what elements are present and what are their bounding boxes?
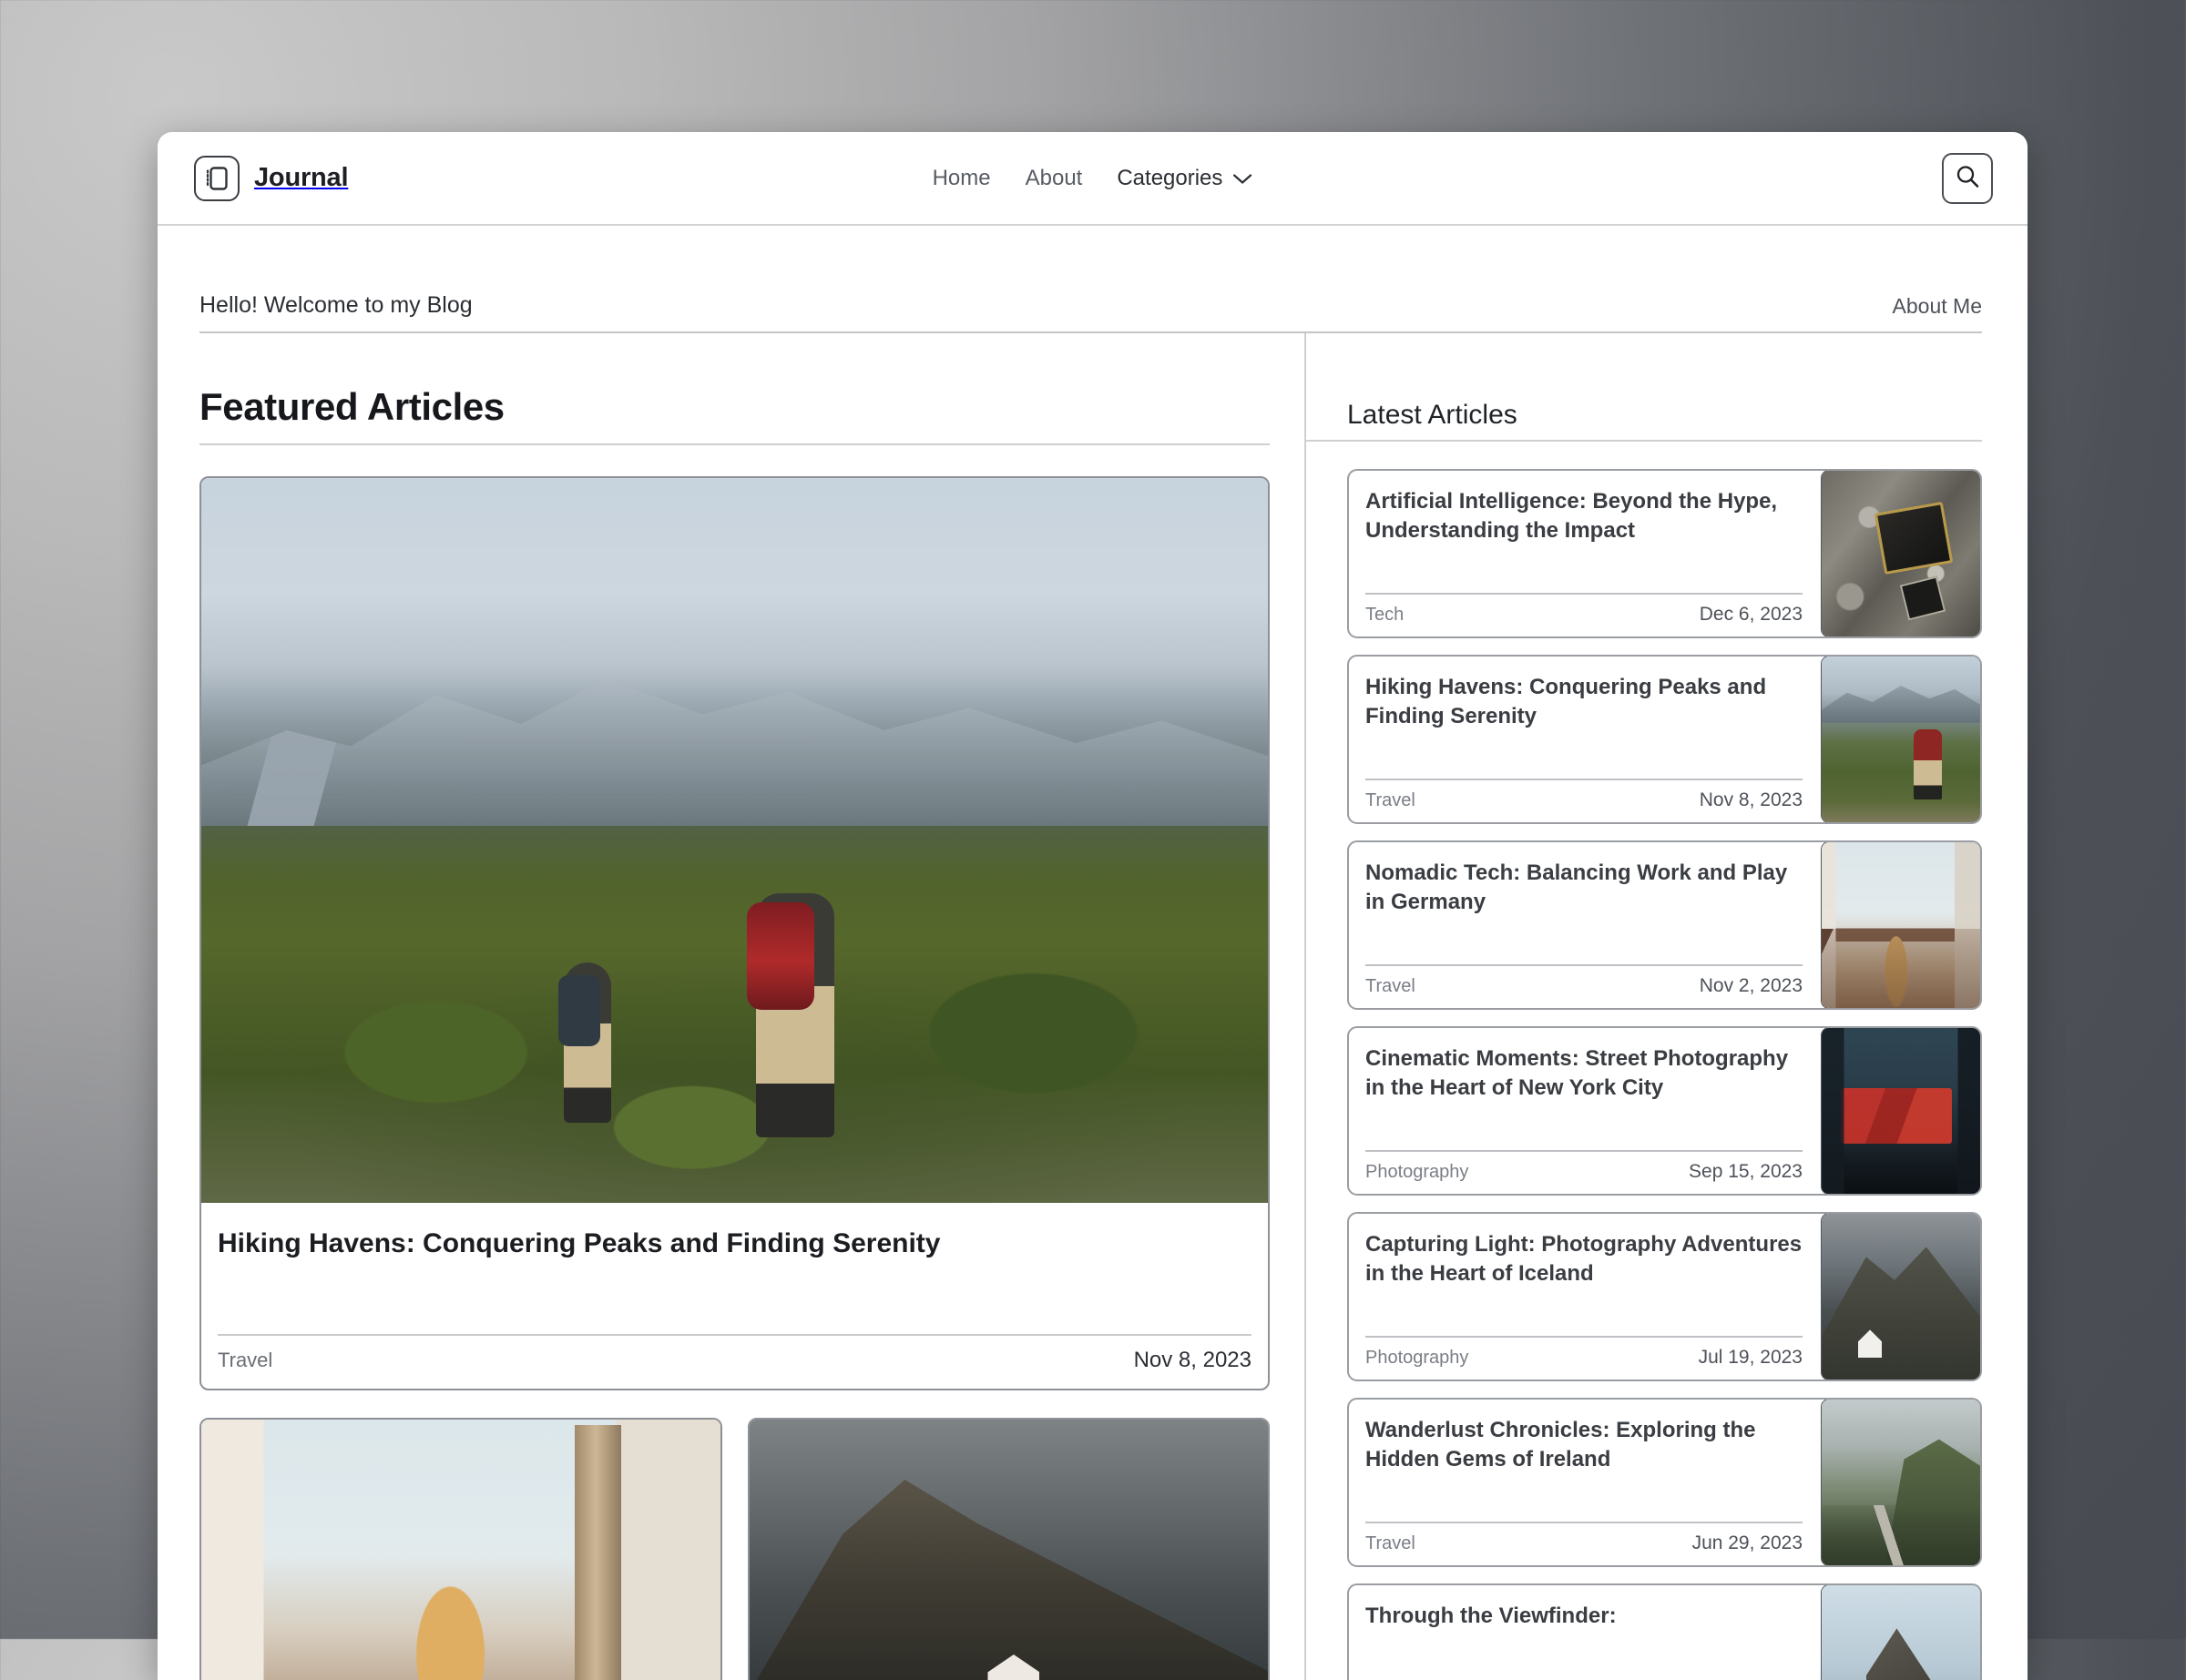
- list-item[interactable]: Capturing Light: Photography Adventures …: [1347, 1212, 1982, 1381]
- ai-chip-photo: [1821, 471, 1980, 636]
- list-item-date: Dec 6, 2023: [1699, 604, 1803, 625]
- list-item-title: Through the Viewfinder:: [1365, 1604, 1617, 1628]
- featured-card-german-town[interactable]: [199, 1418, 722, 1680]
- nav-item-home[interactable]: Home: [933, 166, 991, 191]
- list-item-date: Jul 19, 2023: [1698, 1347, 1803, 1368]
- journal-book-icon: [194, 155, 240, 201]
- search-icon: [1954, 163, 1981, 193]
- content-area: Featured Articles Hiking Havens: Conquer…: [199, 333, 1982, 1680]
- list-item-title: Hiking Havens: Conquering Peaks and Find…: [1365, 675, 1767, 728]
- nav-item-categories[interactable]: Categories: [1117, 166, 1252, 191]
- list-item-title: Capturing Light: Photography Adventures …: [1365, 1232, 1803, 1286]
- list-item-date: Nov 8, 2023: [1699, 789, 1803, 810]
- featured-articles-section: Featured Articles Hiking Havens: Conquer…: [199, 333, 1270, 1680]
- list-item-title: Artificial Intelligence: Beyond the Hype…: [1365, 489, 1778, 543]
- greeting-bar: Hello! Welcome to my Blog About Me: [199, 292, 1982, 333]
- list-item-category: Travel: [1365, 789, 1415, 810]
- chevron-down-icon: [1232, 166, 1252, 191]
- main-navigation: Home About Categories: [933, 166, 1253, 191]
- featured-card-volcano[interactable]: [747, 1418, 1270, 1680]
- german-town-photo: [1821, 842, 1980, 1008]
- viewfinder-landscape-photo: [1821, 1585, 1980, 1680]
- iceland-church-mountain-photo: [1821, 1214, 1980, 1380]
- list-item[interactable]: Artificial Intelligence: Beyond the Hype…: [1347, 469, 1982, 638]
- site-header: Journal Home About Categories: [158, 132, 2028, 226]
- greeting-text: Hello! Welcome to my Blog: [199, 292, 473, 318]
- list-item-meta: Travel Nov 2, 2023: [1365, 964, 1803, 1008]
- brand-logo-link[interactable]: Journal: [194, 155, 349, 201]
- featured-articles-title: Featured Articles: [199, 333, 1270, 445]
- list-item-category: Tech: [1365, 604, 1405, 625]
- list-item[interactable]: Hiking Havens: Conquering Peaks and Find…: [1347, 655, 1982, 824]
- list-item-title: Wanderlust Chronicles: Exploring the Hid…: [1365, 1418, 1756, 1471]
- list-item-meta: Photography Sep 15, 2023: [1365, 1150, 1803, 1194]
- hiking-trail-photo: [1821, 657, 1980, 822]
- ireland-cliffs-photo: [1821, 1400, 1980, 1565]
- german-town-street-photo: [201, 1420, 720, 1680]
- list-item[interactable]: Through the Viewfinder:: [1347, 1583, 1982, 1680]
- list-item[interactable]: Nomadic Tech: Balancing Work and Play in…: [1347, 840, 1982, 1010]
- list-item-date: Sep 15, 2023: [1689, 1161, 1803, 1182]
- list-item-meta: Photography Jul 19, 2023: [1365, 1336, 1803, 1380]
- nav-item-categories-label: Categories: [1117, 165, 1223, 190]
- dark-volcano-mountain-photo: [749, 1420, 1268, 1680]
- latest-articles-list: Artificial Intelligence: Beyond the Hype…: [1347, 469, 1982, 1680]
- featured-hero-meta: Travel Nov 8, 2023: [218, 1334, 1251, 1389]
- hiking-mountain-trail-photo: [201, 478, 1268, 1203]
- featured-hero-title: Hiking Havens: Conquering Peaks and Find…: [218, 1228, 941, 1258]
- list-item-meta: Travel Nov 8, 2023: [1365, 779, 1803, 822]
- list-item-category: Travel: [1365, 975, 1415, 996]
- list-item-category: Travel: [1365, 1532, 1415, 1553]
- featured-hero-category: Travel: [218, 1349, 273, 1371]
- featured-secondary-row: [199, 1418, 1270, 1680]
- about-me-link[interactable]: About Me: [1893, 294, 1982, 319]
- list-item-category: Photography: [1365, 1161, 1469, 1182]
- latest-articles-section: Latest Articles Artificial Intelligence:…: [1304, 333, 1982, 1680]
- featured-hero-card[interactable]: Hiking Havens: Conquering Peaks and Find…: [199, 476, 1270, 1390]
- list-item-category: Photography: [1365, 1347, 1469, 1368]
- brand-name: Journal: [254, 163, 349, 192]
- list-item-title: Cinematic Moments: Street Photography in…: [1365, 1046, 1789, 1100]
- search-button[interactable]: [1942, 152, 1993, 204]
- list-item[interactable]: Cinematic Moments: Street Photography in…: [1347, 1026, 1982, 1196]
- list-item-meta: Tech Dec 6, 2023: [1365, 593, 1803, 636]
- list-item-meta: Travel Jun 29, 2023: [1365, 1522, 1803, 1565]
- nav-item-about[interactable]: About: [1026, 166, 1083, 191]
- list-item-title: Nomadic Tech: Balancing Work and Play in…: [1365, 860, 1788, 914]
- new-york-neon-sign-photo: [1821, 1028, 1980, 1194]
- latest-articles-title: Latest Articles: [1306, 333, 1982, 442]
- list-item[interactable]: Wanderlust Chronicles: Exploring the Hid…: [1347, 1398, 1982, 1567]
- list-item-date: Jun 29, 2023: [1691, 1532, 1803, 1553]
- featured-hero-date: Nov 8, 2023: [1133, 1348, 1251, 1372]
- browser-window: Journal Home About Categories Hello! Wel…: [158, 132, 2028, 1680]
- list-item-date: Nov 2, 2023: [1699, 975, 1803, 996]
